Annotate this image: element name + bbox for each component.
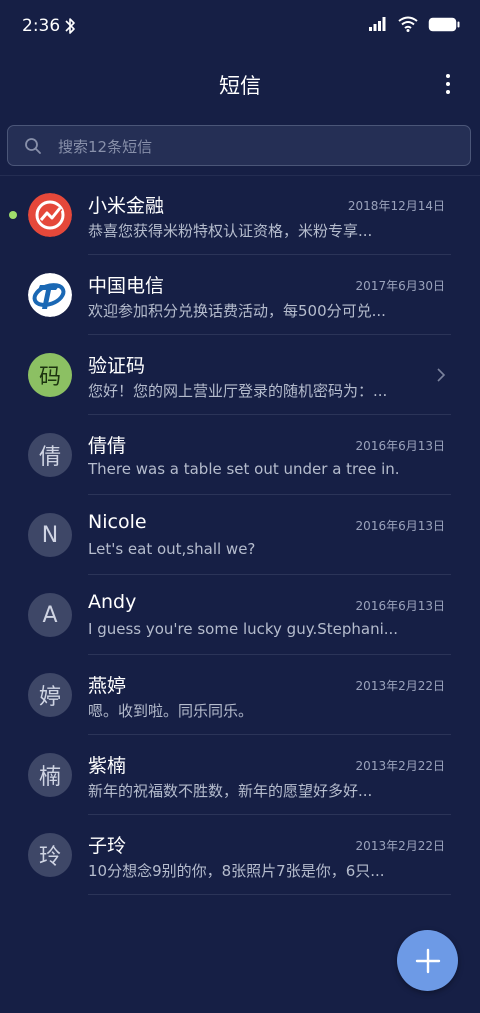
unread-dot [9, 211, 17, 219]
contact-name: Nicole [88, 511, 147, 533]
plus-icon [415, 948, 440, 973]
message-date: 2017年6月30日 [355, 279, 445, 293]
contact-name: 中国电信 [88, 275, 165, 297]
mi-finance-logo-icon [28, 193, 72, 237]
bluetooth-icon [65, 18, 75, 34]
conversation-row[interactable]: 码 验证码 您好！您的网上营业厅登录的随机密码为：... [0, 335, 480, 415]
avatar: 婷 [28, 673, 72, 717]
avatar: N [28, 513, 72, 557]
contact-name: 小米金融 [88, 195, 165, 217]
contact-name: 紫楠 [88, 755, 127, 777]
china-telecom-logo-icon [28, 273, 72, 317]
avatar: A [28, 593, 72, 637]
conversation-row[interactable]: 小米金融 2018年12月14日 恭喜您获得米粉特权认证资格，米粉专享... [0, 175, 480, 255]
search-input[interactable]: 搜索12条短信 [7, 125, 471, 166]
message-preview: Let's eat out,shall we? [88, 540, 256, 558]
avatar [28, 193, 72, 237]
message-preview: 嗯。收到啦。同乐同乐。 [88, 702, 254, 720]
contact-name: 燕婷 [88, 675, 127, 697]
conversation-row[interactable]: 倩 倩倩 2016年6月13日 There was a table set ou… [0, 415, 480, 495]
conversation-row[interactable]: 中国电信 2017年6月30日 欢迎参加积分兑换话费活动，每500分可兑... [0, 255, 480, 335]
chevron-right-icon[interactable] [436, 367, 446, 383]
conversation-row[interactable]: 婷 燕婷 2013年2月22日 嗯。收到啦。同乐同乐。 [0, 655, 480, 735]
status-icons [368, 16, 460, 32]
contact-name: 子玲 [88, 835, 127, 857]
message-date: 2013年2月22日 [355, 679, 445, 693]
contact-name: Andy [88, 591, 137, 613]
message-date: 2013年2月22日 [355, 839, 445, 853]
message-preview: 10分想念9别的你，8张照片7张是你，6只... [88, 862, 385, 880]
conversation-list: 小米金融 2018年12月14日 恭喜您获得米粉特权认证资格，米粉专享... 中… [0, 175, 480, 895]
message-date: 2016年6月13日 [355, 439, 445, 453]
search-placeholder: 搜索12条短信 [58, 138, 153, 156]
avatar: 玲 [28, 833, 72, 877]
conversation-row[interactable]: 楠 紫楠 2013年2月22日 新年的祝福数不胜数，新年的愿望好多好... [0, 735, 480, 815]
conversation-row[interactable]: 玲 子玲 2013年2月22日 10分想念9别的你，8张照片7张是你，6只... [0, 815, 480, 895]
message-preview: 恭喜您获得米粉特权认证资格，米粉专享... [88, 222, 373, 240]
status-bar: 2:36 [0, 0, 480, 52]
avatar: 楠 [28, 753, 72, 797]
contact-name: 验证码 [88, 355, 146, 377]
message-preview: 欢迎参加积分兑换话费活动，每500分可兑... [88, 302, 386, 320]
search-icon [25, 138, 41, 154]
message-preview: I guess you're some lucky guy.Stephani..… [88, 620, 398, 638]
more-vert-icon[interactable] [444, 73, 452, 95]
wifi-icon [398, 16, 418, 32]
status-time: 2:36 [22, 16, 61, 36]
contact-name: 倩倩 [88, 435, 127, 457]
message-date: 2016年6月13日 [355, 599, 445, 613]
message-preview: 您好！您的网上营业厅登录的随机密码为：... [88, 382, 388, 400]
row-divider [88, 894, 451, 895]
message-date: 2018年12月14日 [347, 199, 445, 213]
app-header: 短信 [0, 60, 480, 108]
avatar: 倩 [28, 433, 72, 477]
message-date: 2013年2月22日 [355, 759, 445, 773]
new-message-button[interactable] [397, 930, 458, 991]
battery-icon [428, 17, 460, 31]
page-title: 短信 [219, 74, 261, 98]
avatar [28, 273, 72, 317]
message-preview: 新年的祝福数不胜数，新年的愿望好多好... [88, 782, 373, 800]
message-date: 2016年6月13日 [355, 519, 445, 533]
signal-icon [369, 17, 386, 31]
message-preview: There was a table set out under a tree i… [88, 460, 398, 478]
avatar: 码 [28, 353, 72, 397]
conversation-row[interactable]: N Nicole 2016年6月13日 Let's eat out,shall … [0, 495, 480, 575]
conversation-row[interactable]: A Andy 2016年6月13日 I guess you're some lu… [0, 575, 480, 655]
